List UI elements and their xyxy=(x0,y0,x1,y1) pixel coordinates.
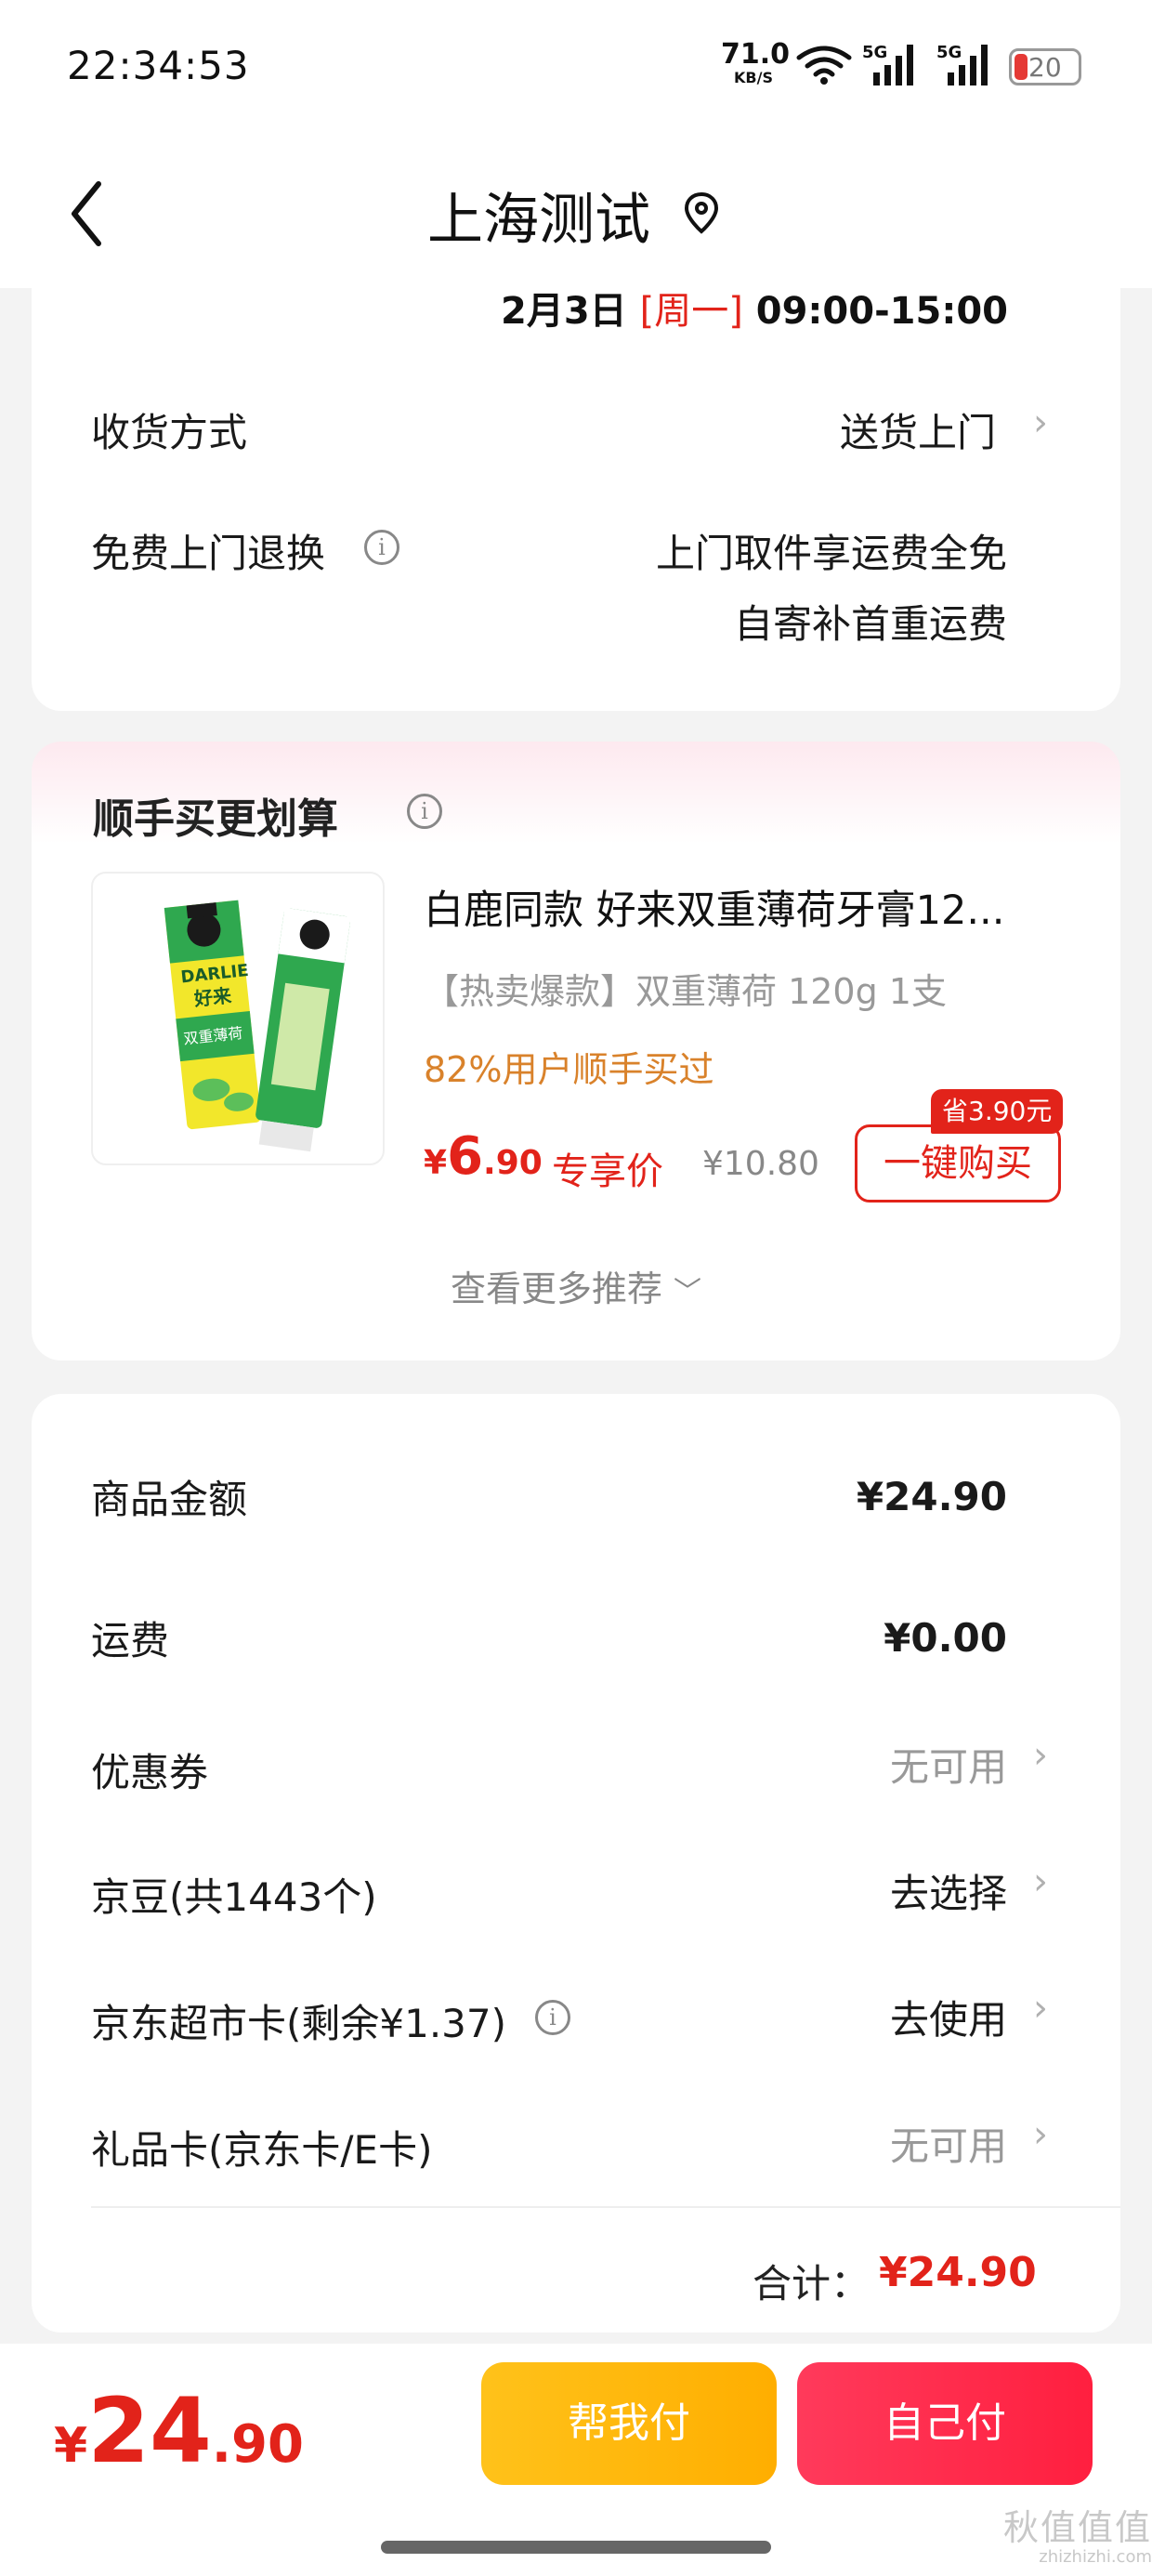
net-speed-unit: KB/S xyxy=(734,69,773,86)
free-return-label: 免费上门退换 xyxy=(91,531,326,576)
cellular-signal-icon: 5G xyxy=(862,43,913,85)
toothpaste-image: DARLIE 好来 双重薄荷 xyxy=(164,900,351,1152)
sig1-label: 5G xyxy=(862,43,887,62)
sig2-label: 5G xyxy=(936,43,962,62)
toothpaste-cn: 好来 xyxy=(192,984,233,1010)
delivery-method-value[interactable]: 送货上门 xyxy=(840,401,996,458)
divider xyxy=(91,2206,1120,2208)
info-icon[interactable]: i xyxy=(364,530,399,565)
watermark: 秋值值值 zhizhizhi.com xyxy=(970,2507,1152,2567)
delivery-method-label: 收货方式 xyxy=(91,410,248,455)
supermarket-card-label: 京东超市卡(剩余¥1.37) xyxy=(91,2001,507,2046)
chevron-right-icon[interactable]: › xyxy=(1033,1860,1048,1903)
product-title[interactable]: 白鹿同款 好来双重薄荷牙膏12... xyxy=(424,878,1055,936)
bottom-price-int: 24 xyxy=(87,2379,212,2483)
gift-card-value[interactable]: 无可用 xyxy=(890,2115,1007,2172)
coupon-value[interactable]: 无可用 xyxy=(890,1736,1007,1793)
delivery-date: 2月3日 [周一] 09:00-15:00 xyxy=(501,281,1008,335)
bottom-total-price: ¥24.90 xyxy=(54,2379,304,2483)
battery-level: 20 xyxy=(1028,52,1062,83)
one-click-buy-button[interactable]: 一键购买 xyxy=(855,1124,1061,1203)
info-icon[interactable]: i xyxy=(407,794,442,829)
chevron-down-icon: ﹀ xyxy=(674,1276,702,1308)
recommend-title: 顺手买更划算 xyxy=(93,795,338,843)
shipping-label: 运费 xyxy=(91,1618,170,1663)
product-price-symbol: ¥ xyxy=(424,1144,448,1182)
delivery-time-range: 09:00-15:00 xyxy=(755,290,1008,333)
page-title: 上海测试 xyxy=(427,188,650,253)
free-return-line1: 上门取件享运费全免 xyxy=(655,531,1007,576)
save-badge: 省3.90元 xyxy=(931,1089,1064,1134)
product-price-dec: .90 xyxy=(483,1144,543,1182)
goods-amount-label: 商品金额 xyxy=(91,1477,248,1522)
coupon-label: 优惠券 xyxy=(91,1750,209,1795)
goods-amount-value: ¥24.90 xyxy=(856,1474,1007,1519)
product-price: ¥6.90 xyxy=(424,1126,543,1187)
chevron-right-icon[interactable]: › xyxy=(1033,401,1048,444)
shipping-value: ¥0.00 xyxy=(884,1615,1007,1661)
product-price-int: 6 xyxy=(447,1126,484,1187)
battery-fill xyxy=(1015,54,1028,80)
chevron-right-icon[interactable]: › xyxy=(1033,2113,1048,2156)
free-return-line2: 自寄补首重运费 xyxy=(733,601,1007,647)
delivery-weekday: [周一] xyxy=(639,290,743,333)
chevron-right-icon[interactable]: › xyxy=(1033,1987,1048,2030)
bottom-price-dec: .90 xyxy=(211,2414,304,2475)
more-recommend-link[interactable]: 查看更多推荐 ﹀ xyxy=(0,1260,1152,1311)
more-recommend-label: 查看更多推荐 xyxy=(450,1268,662,1309)
cellular-signal-icon: 5G xyxy=(936,43,988,85)
home-indicator[interactable] xyxy=(381,2541,771,2554)
exclusive-price-label: 专享价 xyxy=(552,1150,663,1193)
help-me-pay-button[interactable]: 帮我付 xyxy=(481,2362,777,2485)
status-time: 22:34:53 xyxy=(67,43,250,88)
watermark-url: zhizhizhi.com xyxy=(1039,2546,1152,2567)
location-pin-icon[interactable] xyxy=(682,191,721,235)
product-bought-rate: 82%用户顺手买过 xyxy=(424,1049,714,1090)
info-icon[interactable]: i xyxy=(535,2000,570,2035)
delivery-date-day: 2月3日 xyxy=(500,290,627,333)
net-speed-value: 71.0 xyxy=(721,38,791,71)
pay-myself-button[interactable]: 自己付 xyxy=(797,2362,1093,2485)
chevron-right-icon[interactable]: › xyxy=(1033,1734,1048,1777)
battery-icon: 20 xyxy=(1009,48,1081,85)
net-speed: 71.0 KB/S xyxy=(721,38,791,86)
watermark-main: 秋值值值 xyxy=(1002,2507,1152,2548)
product-spec: 【热卖爆款】双重薄荷 120g 1支 xyxy=(424,971,947,1012)
supermarket-card-value[interactable]: 去使用 xyxy=(890,1989,1007,2045)
jingdou-label: 京豆(共1443个) xyxy=(91,1874,377,1920)
jingdou-value[interactable]: 去选择 xyxy=(890,1862,1007,1919)
wifi-icon xyxy=(796,46,852,85)
total-value: ¥24.90 xyxy=(879,2249,1037,2296)
total-label: 合计： xyxy=(753,2261,871,2307)
original-price: ¥10.80 xyxy=(702,1145,819,1183)
bottom-price-symbol: ¥ xyxy=(54,2418,88,2474)
gift-card-label: 礼品卡(京东卡/E卡) xyxy=(91,2127,433,2173)
product-image[interactable]: DARLIE 好来 双重薄荷 xyxy=(91,872,385,1165)
